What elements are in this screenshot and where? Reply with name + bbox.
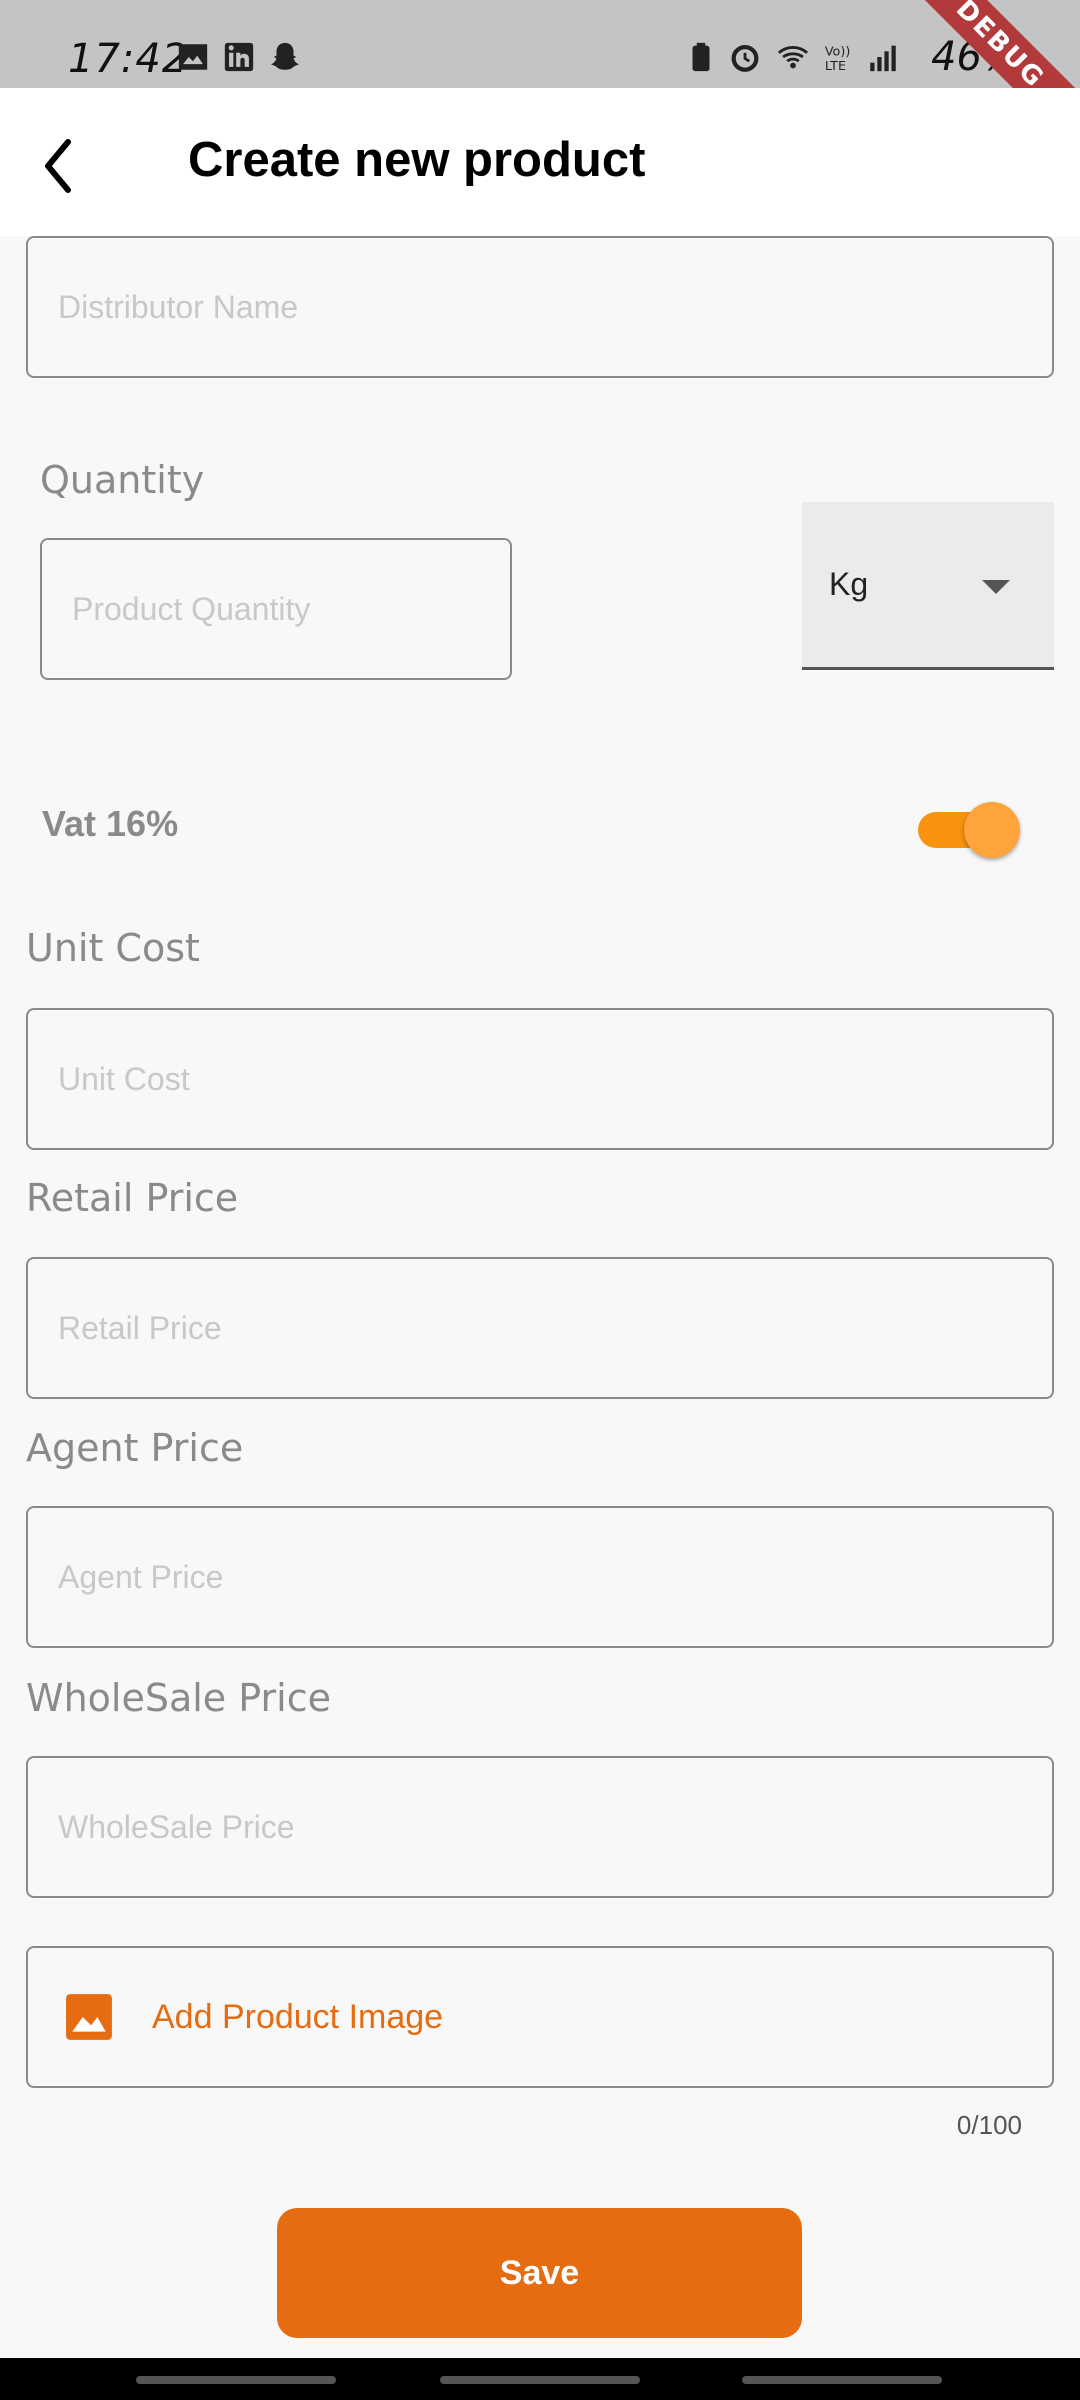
battery-saver-icon [692,42,710,72]
page-title: Create new product [188,133,646,187]
retail-price-label: Retail Price [26,1176,239,1220]
add-product-image-button[interactable]: Add Product Image [26,1946,1054,2088]
status-bar: 17:42 Vo)) LTE 46% DEBUG [0,0,1080,159]
back-arrow-icon[interactable] [30,126,110,206]
unit-cost-field[interactable] [26,1008,1054,1150]
unit-cost-input[interactable] [28,1010,1052,1148]
add-product-image-label: Add Product Image [152,1998,444,2036]
nav-recents[interactable] [136,2376,336,2384]
quantity-field[interactable] [40,538,512,680]
snapchat-icon [270,42,300,70]
wholesale-price-input[interactable] [28,1758,1052,1896]
app-bar: Create new product [0,88,1080,236]
dropdown-arrow-icon [982,580,1010,594]
volte-icon: Vo))LTE [825,45,850,74]
wifi-icon [777,46,809,69]
image-icon [66,1994,112,2040]
signal-icon [870,45,896,72]
vat-toggle[interactable] [918,802,1020,858]
wholesale-price-label: WholeSale Price [26,1676,331,1720]
toggle-thumb [964,802,1020,858]
unit-cost-label: Unit Cost [26,926,200,970]
save-button[interactable]: Save [277,2208,802,2338]
distributor-name-field[interactable] [26,236,1054,378]
quantity-label: Quantity [40,458,205,502]
product-quantity-input[interactable] [42,540,510,678]
nav-back[interactable] [742,2376,942,2384]
retail-price-field[interactable] [26,1257,1054,1399]
linkedin-icon [224,42,254,72]
svg-text:Vo)): Vo)) [825,45,850,60]
image-counter: 0/100 [956,2110,1022,2140]
unit-dropdown[interactable]: Kg [802,502,1054,670]
status-time: 17:42 [68,36,189,82]
distributor-name-input[interactable] [28,238,1052,376]
system-nav-bar [0,2358,1080,2400]
wholesale-price-field[interactable] [26,1756,1054,1898]
vat-label: Vat 16% [42,803,179,844]
agent-price-input[interactable] [28,1508,1052,1646]
unit-selected-value: Kg [829,566,869,602]
nav-home[interactable] [440,2376,640,2384]
svg-text:LTE: LTE [825,59,846,74]
gallery-icon [178,44,208,70]
retail-price-input[interactable] [28,1259,1052,1397]
agent-price-field[interactable] [26,1506,1054,1648]
agent-price-label: Agent Price [26,1426,244,1470]
alarm-icon [731,44,759,72]
